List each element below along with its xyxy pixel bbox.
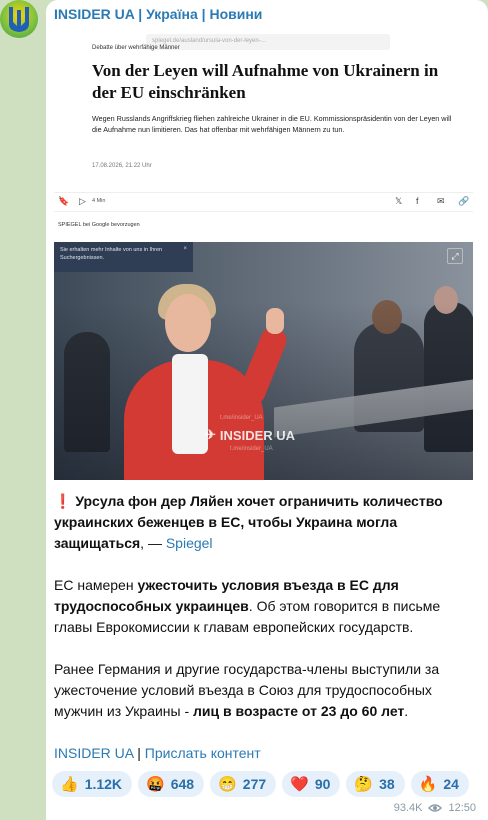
play-icon: ▷: [79, 196, 86, 206]
article-date: 17.08.2026, 21.22 Uhr: [92, 163, 152, 169]
expand-icon[interactable]: ⤢: [447, 248, 463, 264]
link-icon: 🔗: [458, 196, 470, 206]
close-icon[interactable]: ×: [183, 245, 187, 253]
angry-face-icon: 🤬: [146, 776, 165, 793]
fire-icon: 🔥: [418, 776, 438, 793]
view-count: 93.4K: [393, 802, 423, 814]
article-photo: t.me/insider_UA ✈ INSIDER UA t.me/inside…: [54, 242, 473, 480]
pointing-hand: [266, 308, 284, 334]
reaction-fire[interactable]: 🔥 24: [410, 771, 469, 797]
facebook-icon: f: [416, 196, 419, 206]
message-paragraph-2: ЕС намерен ужесточить условия въезда в Е…: [54, 575, 480, 638]
telegram-icon: ✈: [205, 427, 216, 442]
watermark-channel-2: t.me/insider_UA: [230, 446, 273, 452]
watermark: ✈ INSIDER UA: [205, 427, 295, 443]
url-bar: spiegel.de/ausland/ursula-von-der-leyen-…: [146, 34, 390, 50]
thumbs-up-icon: 👍: [60, 776, 79, 793]
channel-name[interactable]: INSIDER UA | Україна | Новини: [54, 6, 262, 22]
reaction-count: 38: [379, 776, 395, 792]
exclamation-icon: ❗: [54, 493, 72, 509]
x-icon: 𝕏: [395, 196, 403, 206]
reaction-angry[interactable]: 🤬 648: [138, 771, 205, 797]
watermark-text: INSIDER UA: [219, 427, 296, 443]
reactions-bar: 👍 1.12K 🤬 648 😁 277 ❤️ 90 🤔 38 🔥 24: [52, 771, 469, 797]
submit-content-link[interactable]: Прислать контент: [145, 745, 261, 761]
face: [165, 294, 211, 352]
reaction-grin[interactable]: 😁 277: [210, 771, 277, 797]
paragraph-3-end: .: [404, 703, 409, 719]
reaction-thumbs-up[interactable]: 👍 1.12K: [52, 771, 133, 797]
channel-link[interactable]: INSIDER UA: [54, 745, 133, 761]
mail-icon: ✉: [437, 196, 445, 206]
paragraph-3-bold: лиц в возрасте от 23 до 60 лет: [193, 703, 405, 719]
message-footer: INSIDER UA | Прислать контент: [54, 743, 480, 764]
reaction-count: 24: [443, 776, 459, 792]
message-paragraph-1: ❗ Урсула фон дер Ляйен хочет ограничить …: [54, 491, 480, 554]
heart-icon: ❤️: [290, 776, 309, 793]
article-toolbar: 🔖 ▷ 4 Min 𝕏 f ✉ 🔗: [54, 192, 473, 212]
url-text: spiegel.de/ausland/ursula-von-der-leyen-…: [152, 38, 266, 44]
thinking-face-icon: 🤔: [354, 776, 374, 793]
grin-face-icon: 😁: [218, 776, 237, 793]
message-meta: 93.4K 12:50: [394, 802, 476, 814]
message-time: 12:50: [448, 802, 476, 814]
google-preference: SPIEGEL bei Google bevorzugen: [58, 222, 140, 228]
article-screenshot[interactable]: spiegel.de/ausland/ursula-von-der-leyen-…: [54, 26, 473, 480]
channel-avatar[interactable]: [0, 0, 38, 38]
article-kicker: Debatte über wehrfähige Männer: [92, 45, 180, 51]
paragraph-2-start: ЕС намерен: [54, 577, 138, 593]
article-headline: Von der Leyen will Aufnahme von Ukrainer…: [92, 61, 439, 102]
white-blouse: [172, 354, 208, 454]
paragraph-1-tail: , —: [140, 535, 166, 551]
article-header: spiegel.de/ausland/ursula-von-der-leyen-…: [54, 26, 473, 240]
reaction-count: 90: [314, 776, 331, 792]
message-bubble: INSIDER UA | Україна | Новини spiegel.de…: [46, 0, 488, 820]
reaction-heart[interactable]: ❤️ 90: [282, 771, 341, 797]
reaction-count: 277: [242, 776, 267, 792]
message-paragraph-3: Ранее Германия и другие государства-член…: [54, 659, 480, 722]
reaction-count: 1.12K: [84, 776, 123, 792]
paragraph-1-bold: Урсула фон дер Ляйен хочет ограничить ко…: [54, 493, 443, 551]
trident-icon: [9, 7, 29, 32]
google-tooltip: Sie erhalten mehr Inhalte von uns in Ihr…: [54, 242, 193, 272]
eye-icon: [428, 804, 443, 812]
spiegel-link[interactable]: Spiegel: [166, 535, 213, 551]
article-lead: Wegen Russlands Angriffskrieg fliehen za…: [92, 114, 452, 134]
footer-separator: |: [133, 745, 145, 761]
reaction-thinking[interactable]: 🤔 38: [346, 771, 405, 797]
listen-time: 4 Min: [92, 198, 106, 204]
bookmark-icon: 🔖: [58, 196, 70, 206]
reaction-count: 648: [170, 776, 195, 792]
tooltip-text: Sie erhalten mehr Inhalte von uns in Ihr…: [60, 247, 163, 261]
watermark-channel: t.me/insider_UA: [220, 415, 263, 421]
